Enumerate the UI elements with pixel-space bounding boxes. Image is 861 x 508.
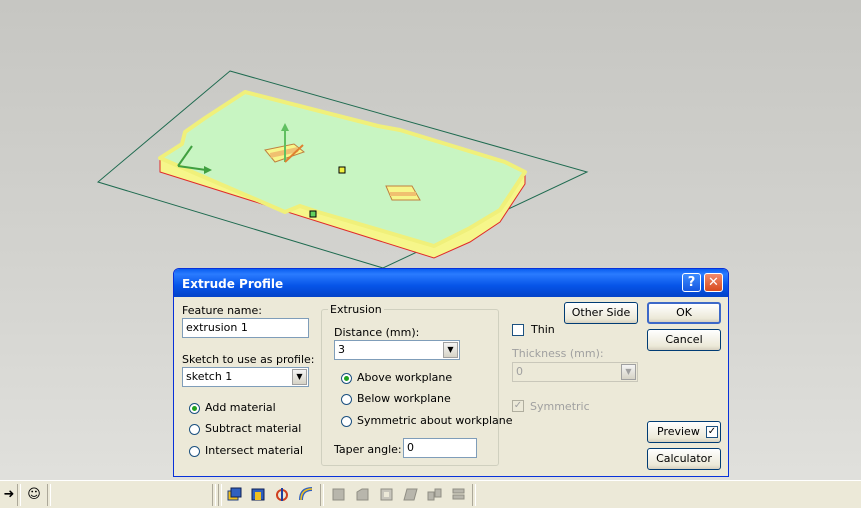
preview-checkbox[interactable]: ✓: [706, 426, 718, 438]
arrow-right-icon[interactable]: ➜: [0, 486, 18, 504]
fillet-tool-icon: [332, 488, 345, 501]
thickness-select-value: 0: [516, 365, 523, 378]
close-icon[interactable]: ✕: [704, 273, 723, 292]
below-workplane-label: Below workplane: [357, 392, 451, 405]
subtract-material-label: Subtract material: [205, 422, 302, 435]
chevron-down-icon: ▼: [621, 364, 636, 380]
extrude-profile-dialog: Extrude Profile ? ✕ Feature name: extrus…: [173, 268, 729, 477]
help-icon[interactable]: ?: [682, 273, 701, 292]
thickness-select: 0 ▼: [512, 362, 638, 382]
toolbar-separator: [212, 484, 216, 506]
chevron-down-icon[interactable]: ▼: [443, 342, 458, 358]
distance-select-value: 3: [338, 343, 345, 356]
feature-name-input[interactable]: extrusion 1: [182, 318, 309, 338]
cancel-button[interactable]: Cancel: [647, 329, 721, 351]
shell-tool-icon: [380, 488, 393, 501]
revolve-tool-icon[interactable]: [250, 486, 267, 502]
toolbar-separator: [47, 484, 51, 506]
distance-select[interactable]: 3 ▼: [334, 340, 460, 360]
other-side-button[interactable]: Other Side: [564, 302, 638, 324]
below-workplane-radio[interactable]: [341, 394, 352, 405]
toolbar-separator: [472, 484, 476, 506]
feature-name-label: Feature name:: [182, 304, 262, 317]
status-toolbar: ➜ ☺: [0, 480, 861, 508]
sketch-label: Sketch to use as profile:: [182, 353, 315, 366]
subtract-material-radio[interactable]: [189, 424, 200, 435]
symmetric-checkbox: ✓: [512, 400, 524, 412]
thin-label: Thin: [531, 323, 555, 336]
thin-checkbox[interactable]: [512, 324, 524, 336]
taper-angle-label: Taper angle:: [334, 443, 402, 456]
add-material-radio[interactable]: [189, 403, 200, 414]
sketch-select-value: sketch 1: [186, 370, 233, 383]
above-workplane-label: Above workplane: [357, 371, 453, 384]
preview-button[interactable]: Preview ✓: [647, 421, 721, 443]
above-workplane-radio[interactable]: [341, 373, 352, 384]
extrude-tool-icon[interactable]: [226, 486, 243, 502]
loft-tool-icon[interactable]: [298, 486, 315, 502]
add-material-label: Add material: [205, 401, 276, 414]
sketch-select[interactable]: sketch 1 ▼: [182, 367, 309, 387]
dialog-title: Extrude Profile: [182, 277, 284, 291]
calculator-button[interactable]: Calculator: [647, 448, 721, 470]
sweep-tool-icon[interactable]: [274, 486, 291, 502]
draft-tool-icon: [403, 488, 418, 501]
distance-label: Distance (mm):: [334, 326, 420, 339]
pattern-tool-icon: [427, 488, 442, 501]
toolbar-separator: [218, 484, 222, 506]
symmetric-workplane-label: Symmetric about workplane: [357, 414, 513, 427]
edge-handle: [309, 210, 317, 218]
mirror-tool-icon: [452, 488, 465, 500]
toolbar-separator: [320, 484, 324, 506]
symmetric-workplane-radio[interactable]: [341, 416, 352, 427]
extrusion-group-title: Extrusion: [328, 303, 384, 316]
intersect-material-label: Intersect material: [205, 444, 304, 457]
thickness-label: Thickness (mm):: [512, 347, 604, 360]
chamfer-tool-icon: [356, 488, 369, 501]
preview-label: Preview: [657, 425, 700, 438]
toolbar-separator: [17, 484, 21, 506]
center-handle: [338, 166, 346, 174]
intersect-material-radio[interactable]: [189, 446, 200, 457]
chevron-down-icon[interactable]: ▼: [292, 369, 307, 385]
symmetric-label: Symmetric: [530, 400, 590, 413]
smiley-icon[interactable]: ☺: [25, 486, 43, 504]
taper-angle-input[interactable]: 0: [403, 438, 477, 458]
dialog-titlebar[interactable]: Extrude Profile ? ✕: [174, 269, 728, 297]
ok-button[interactable]: OK: [647, 302, 721, 324]
